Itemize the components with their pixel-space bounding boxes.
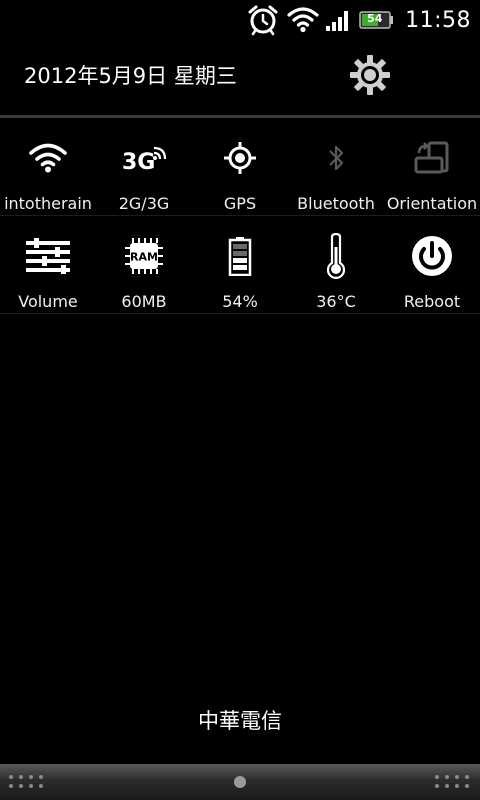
orientation-icon <box>408 136 456 180</box>
bluetooth-icon <box>312 136 360 180</box>
quick-settings-grid: intotherain 3G 2G/3G GPS Bluetooth Orien… <box>0 118 480 314</box>
tile-label: 60MB <box>121 292 167 311</box>
tile-gps[interactable]: GPS <box>192 118 288 215</box>
tile-label: intotherain <box>4 194 92 213</box>
ram-chip-text: RAM <box>130 251 158 264</box>
3g-icon: 3G <box>120 136 168 180</box>
tile-label: 2G/3G <box>118 194 170 213</box>
quick-settings-row: intotherain 3G 2G/3G GPS Bluetooth Orien… <box>0 118 480 216</box>
ram-icon: RAM <box>120 234 168 278</box>
tile-label: Reboot <box>403 292 461 311</box>
tile-label: 36°C <box>316 292 356 311</box>
tile-battery[interactable]: 54% <box>192 216 288 313</box>
date-label: 2012年5月9日 星期三 <box>24 64 237 88</box>
battery-level-text: 54 <box>367 12 383 25</box>
svg-text:3G: 3G <box>122 150 155 175</box>
power-icon <box>408 234 456 278</box>
alarm-icon <box>247 4 279 36</box>
grip-dots-icon <box>435 775 469 788</box>
tile-volume[interactable]: Volume <box>0 216 96 313</box>
signal-icon <box>325 8 351 32</box>
tile-ram[interactable]: RAM 60MB <box>96 216 192 313</box>
tile-label: 54% <box>222 292 258 311</box>
grip-dots-icon <box>9 775 43 788</box>
tile-label: GPS <box>223 194 257 213</box>
tile-2g3g[interactable]: 3G 2G/3G <box>96 118 192 215</box>
tile-label: Volume <box>18 292 78 311</box>
notification-close-handle[interactable] <box>0 764 480 800</box>
thermometer-icon <box>312 233 360 279</box>
wifi-icon <box>24 136 72 180</box>
tile-temperature[interactable]: 36°C <box>288 216 384 313</box>
handle-knob[interactable] <box>234 776 246 788</box>
tile-wifi[interactable]: intotherain <box>0 118 96 215</box>
battery-icon: 54 <box>359 10 394 30</box>
quick-settings-row: Volume RAM 60MB 54% 36°C Reboot <box>0 216 480 314</box>
tile-reboot[interactable]: Reboot <box>384 216 480 313</box>
clock-time: 11:58 <box>405 7 471 33</box>
notification-header: 2012年5月9日 星期三 <box>0 40 480 116</box>
settings-gear-icon[interactable] <box>349 54 391 96</box>
volume-sliders-icon <box>24 234 72 278</box>
tile-bluetooth[interactable]: Bluetooth <box>288 118 384 215</box>
tile-orientation[interactable]: Orientation <box>384 118 480 215</box>
status-bar: 54 11:58 <box>0 0 480 40</box>
wifi-icon <box>287 6 319 34</box>
battery-icon <box>216 234 264 278</box>
carrier-label: 中華電信 <box>198 709 282 733</box>
gps-icon <box>216 136 264 180</box>
tile-label: Bluetooth <box>297 194 375 213</box>
tile-label: Orientation <box>386 194 478 213</box>
